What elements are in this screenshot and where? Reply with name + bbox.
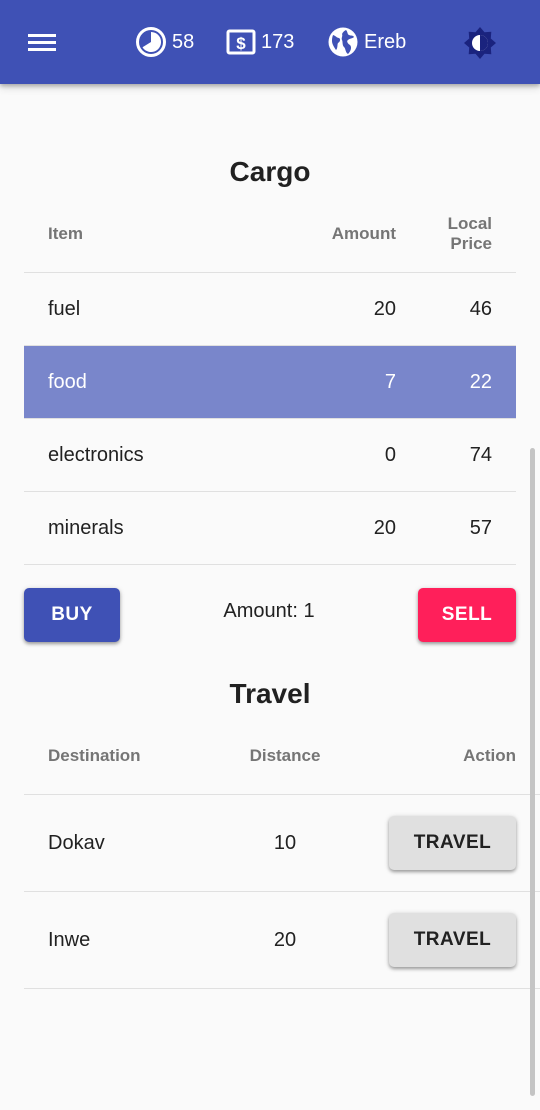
cargo-title: Cargo (229, 156, 311, 187)
travel-row-dokav: Dokav 10 TRAVEL (24, 794, 540, 892)
menu-button[interactable] (22, 28, 62, 56)
travel-header-row: Destination Distance Action (24, 718, 540, 795)
column-header-item[interactable]: Item (24, 196, 232, 273)
cargo-row-food[interactable]: food 7 22 (24, 345, 516, 419)
location-value: Ereb (364, 30, 407, 53)
cargo-table: Item Amount Local Price fuel 20 46 food … (24, 196, 516, 565)
svg-text:$: $ (236, 34, 246, 53)
cargo-item-amount: 0 (232, 418, 420, 492)
time-stat: 58 (135, 24, 194, 60)
globe-icon (328, 27, 358, 57)
trade-amount-label: Amount: 1 (223, 600, 315, 622)
theme-toggle-button[interactable] (463, 26, 497, 60)
travel-title: Travel (229, 678, 311, 709)
cargo-item-name: minerals (24, 491, 232, 565)
cargo-item-name: electronics (24, 418, 232, 492)
cargo-item-name: food (24, 345, 232, 419)
cargo-item-amount: 20 (232, 272, 420, 346)
cargo-header-row: Item Amount Local Price (24, 196, 516, 273)
travel-destination: Dokav (24, 794, 206, 892)
column-header-action: Action (364, 718, 540, 795)
clock-icon (136, 27, 166, 57)
cargo-item-price: 57 (420, 491, 516, 565)
travel-distance: 10 (206, 794, 364, 892)
column-header-destination[interactable]: Destination (24, 718, 206, 795)
cargo-row-minerals[interactable]: minerals 20 57 (24, 491, 516, 565)
travel-button-dokav[interactable]: TRAVEL (389, 816, 516, 870)
cargo-row-fuel[interactable]: fuel 20 46 (24, 272, 516, 346)
cargo-item-price: 46 (420, 272, 516, 346)
cargo-item-amount: 20 (232, 491, 420, 565)
time-value: 58 (172, 30, 195, 53)
location-stat: Ereb (327, 24, 406, 60)
buy-button[interactable]: BUY (24, 588, 120, 642)
cargo-item-amount: 7 (232, 345, 420, 419)
cargo-item-name: fuel (24, 272, 232, 346)
app-bar: 58 $ 173 Ereb (0, 0, 540, 84)
travel-row-inwe: Inwe 20 TRAVEL (24, 891, 540, 989)
column-header-amount[interactable]: Amount (232, 196, 420, 273)
cargo-row-electronics[interactable]: electronics 0 74 (24, 418, 516, 492)
cargo-item-price: 74 (420, 418, 516, 492)
column-header-distance[interactable]: Distance (206, 718, 364, 795)
menu-icon (28, 34, 56, 51)
brightness-icon (464, 27, 496, 59)
money-stat: $ 173 (226, 24, 294, 60)
travel-action-cell: TRAVEL (364, 891, 540, 989)
money-icon: $ (226, 29, 256, 55)
money-value: 173 (261, 30, 295, 53)
cargo-item-price: 22 (420, 345, 516, 419)
travel-action-cell: TRAVEL (364, 794, 540, 892)
sell-button[interactable]: SELL (418, 588, 516, 642)
column-header-local-price[interactable]: Local Price (420, 196, 516, 273)
travel-table: Destination Distance Action Dokav 10 TRA… (24, 718, 540, 989)
travel-distance: 20 (206, 891, 364, 989)
travel-button-inwe[interactable]: TRAVEL (389, 913, 516, 967)
scrollbar[interactable] (530, 448, 535, 1096)
travel-destination: Inwe (24, 891, 206, 989)
